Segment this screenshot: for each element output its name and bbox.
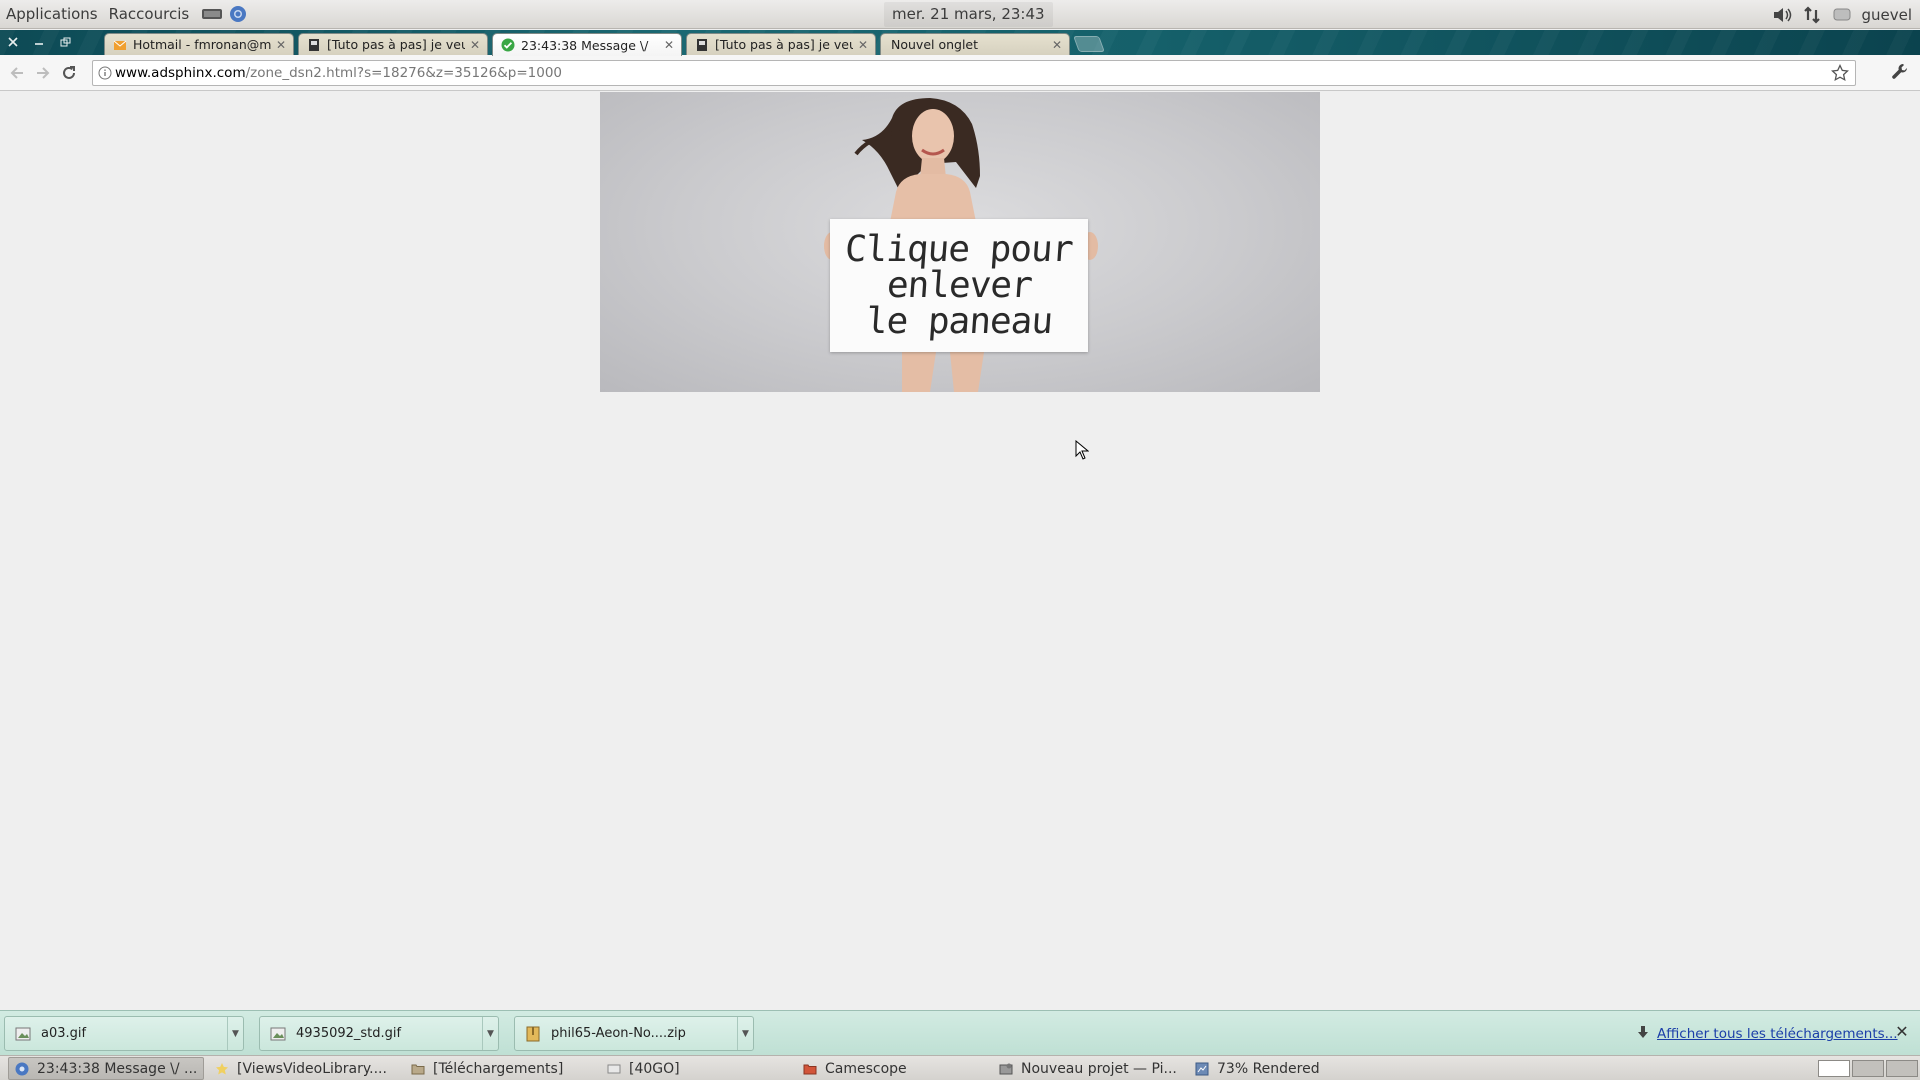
- chrome-icon: [15, 1062, 29, 1076]
- close-icon[interactable]: ✕: [857, 38, 869, 52]
- tab-title: [Tuto pas à pas] je veux un: [327, 37, 465, 52]
- close-icon[interactable]: ✕: [1051, 38, 1063, 52]
- ad-sign-line: enlever: [885, 264, 1033, 306]
- tab-title: [Tuto pas à pas] je veux un: [715, 37, 853, 52]
- check-icon: [501, 38, 515, 52]
- taskbar-item-label: [40GO]: [629, 1060, 680, 1077]
- chevron-down-icon[interactable]: ▼: [737, 1017, 753, 1050]
- folder-icon: [411, 1062, 425, 1076]
- taskbar-item-label: [Téléchargements]: [433, 1060, 564, 1077]
- taskbar-item[interactable]: [40GO]: [600, 1057, 796, 1080]
- launcher-chrome-icon[interactable]: [226, 5, 250, 23]
- clock[interactable]: mer. 21 mars, 23:43: [884, 2, 1053, 27]
- back-arrow-icon[interactable]: [4, 60, 30, 86]
- address-bar[interactable]: www.adsphinx.com/zone_dsn2.html?s=18276&…: [92, 60, 1856, 86]
- tab-strip: Hotmail - fmronan@msn.c ✕ [Tuto pas à pa…: [0, 30, 1920, 56]
- user-menu[interactable]: guevel: [1857, 6, 1920, 24]
- taskbar-item-label: Camescope: [825, 1060, 907, 1077]
- page-info-icon[interactable]: [98, 66, 112, 80]
- tab-new-tab[interactable]: Nouvel onglet ✕: [880, 33, 1070, 55]
- system-tray: guevel: [1767, 0, 1920, 29]
- tab-hotmail[interactable]: Hotmail - fmronan@msn.c ✕: [104, 33, 294, 55]
- taskbar-item[interactable]: [Téléchargements]: [404, 1057, 600, 1080]
- tab-title: Hotmail - fmronan@msn.c: [133, 37, 271, 52]
- archive-file-icon: [525, 1026, 541, 1042]
- taskbar-item-label: Nouveau projet — Pi...: [1021, 1060, 1177, 1077]
- taskbar-item-label: 23:43:38 Message \/ ...: [37, 1060, 198, 1077]
- show-all-downloads-link[interactable]: Afficher tous les téléchargements...: [1657, 1026, 1898, 1042]
- ad-sign-line: le paneau: [864, 300, 1054, 342]
- workspace-3[interactable]: [1886, 1060, 1918, 1077]
- url-host: www.adsphinx.com: [115, 65, 246, 81]
- taskbar-item-label: 73% Rendered: [1217, 1060, 1320, 1077]
- new-tab-button[interactable]: [1073, 36, 1105, 52]
- url-text: www.adsphinx.com/zone_dsn2.html?s=18276&…: [115, 65, 562, 81]
- tab-message-active[interactable]: 23:43:38 Message \/ ✕: [492, 33, 682, 56]
- forum-icon: [695, 38, 709, 52]
- taskbar-item[interactable]: [ViewsVideoLibrary....: [208, 1057, 404, 1080]
- browser-toolbar: www.adsphinx.com/zone_dsn2.html?s=18276&…: [0, 55, 1920, 91]
- chat-status-icon[interactable]: [1827, 0, 1857, 29]
- tab-title: Nouvel onglet: [891, 37, 979, 52]
- window-restore-icon[interactable]: [54, 33, 76, 50]
- taskbar: 23:43:38 Message \/ ... [ViewsVideoLibra…: [0, 1055, 1920, 1080]
- workspace-1[interactable]: [1818, 1060, 1850, 1077]
- taskbar-item[interactable]: 73% Rendered: [1188, 1057, 1374, 1080]
- image-file-icon: [15, 1026, 31, 1042]
- workspace-switcher: [1816, 1060, 1918, 1077]
- workspace-2[interactable]: [1852, 1060, 1884, 1077]
- tab-tuto-1[interactable]: [Tuto pas à pas] je veux un ✕: [298, 33, 488, 55]
- window-close-icon[interactable]: [2, 33, 24, 50]
- volume-icon[interactable]: [1767, 0, 1797, 29]
- download-filename: phil65-Aeon-No....zip: [551, 1026, 686, 1041]
- reload-icon[interactable]: [56, 60, 82, 86]
- window-minimize-icon[interactable]: [28, 33, 50, 50]
- download-filename: a03.gif: [41, 1026, 87, 1041]
- network-icon[interactable]: [1797, 0, 1827, 29]
- download-filename: 4935092_std.gif: [296, 1026, 402, 1041]
- taskbar-item[interactable]: Camescope: [796, 1057, 992, 1080]
- taskbar-item[interactable]: Nouveau projet — Pi...: [992, 1057, 1188, 1080]
- bookmark-star-icon[interactable]: [1831, 63, 1849, 82]
- chevron-down-icon[interactable]: ▼: [227, 1017, 243, 1050]
- ad-sign-line: Clique pour: [843, 228, 1075, 270]
- top-panel: Applications Raccourcis mer. 21 mars, 23…: [0, 0, 1920, 29]
- page-content: Clique pour enlever le paneau: [0, 92, 1920, 1010]
- url-path: /zone_dsn2.html?s=18276&z=35126&p=1000: [245, 65, 562, 81]
- video-editor-icon: [999, 1062, 1013, 1076]
- taskbar-item[interactable]: 23:43:38 Message \/ ...: [8, 1057, 204, 1080]
- image-file-icon: [270, 1026, 286, 1042]
- close-icon[interactable]: ✕: [663, 38, 675, 52]
- forward-arrow-icon[interactable]: [30, 60, 56, 86]
- render-icon: [1195, 1062, 1209, 1076]
- download-item[interactable]: phil65-Aeon-No....zip ▼: [514, 1016, 754, 1051]
- close-icon[interactable]: ✕: [469, 38, 481, 52]
- close-icon[interactable]: ✕: [1894, 1024, 1910, 1040]
- taskbar-item-label: [ViewsVideoLibrary....: [237, 1060, 387, 1077]
- chevron-down-icon[interactable]: ▼: [482, 1017, 498, 1050]
- hotmail-icon: [113, 38, 127, 52]
- tab-title: 23:43:38 Message \/: [521, 37, 649, 53]
- ad-sign[interactable]: Clique pour enlever le paneau: [830, 219, 1088, 352]
- wrench-menu-icon[interactable]: [1890, 62, 1912, 84]
- star-icon: [215, 1062, 229, 1076]
- ad-banner[interactable]: Clique pour enlever le paneau: [600, 92, 1320, 392]
- mouse-cursor-icon: [1075, 440, 1089, 460]
- close-icon[interactable]: ✕: [275, 38, 287, 52]
- download-item[interactable]: a03.gif ▼: [4, 1016, 244, 1051]
- folder-icon: [803, 1062, 817, 1076]
- show-all-downloads[interactable]: Afficher tous les téléchargements...: [1637, 1025, 1898, 1043]
- shortcuts-menu[interactable]: Raccourcis: [104, 5, 195, 23]
- download-shelf: a03.gif ▼ 4935092_std.gif ▼ phil65-Aeon-…: [0, 1010, 1920, 1055]
- download-item[interactable]: 4935092_std.gif ▼: [259, 1016, 499, 1051]
- drive-icon: [607, 1062, 621, 1076]
- download-arrow-icon: [1637, 1025, 1649, 1043]
- tab-tuto-2[interactable]: [Tuto pas à pas] je veux un ✕: [686, 33, 876, 55]
- forum-icon: [307, 38, 321, 52]
- applications-menu[interactable]: Applications: [1, 5, 103, 23]
- launcher-app-icon[interactable]: [200, 5, 224, 23]
